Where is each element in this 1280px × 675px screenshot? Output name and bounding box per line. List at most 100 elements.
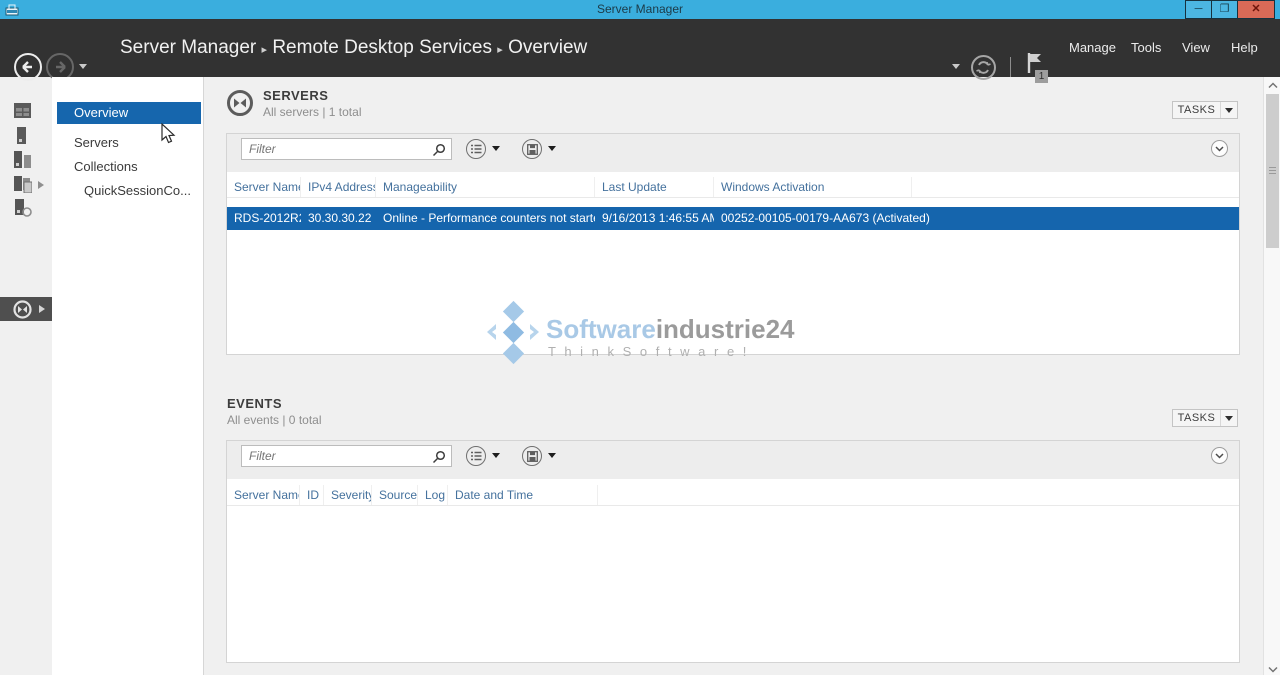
server-table-row[interactable]: RDS-2012R2 30.30.30.22 Online - Performa… — [227, 207, 1239, 230]
file-storage-services-icon[interactable] — [14, 176, 32, 193]
events-filter-box — [241, 445, 452, 467]
list-icon — [471, 144, 482, 154]
save-query-caret-icon[interactable] — [548, 453, 556, 458]
column-label: Windows Activation — [721, 180, 824, 194]
save-query-caret-icon[interactable] — [548, 146, 556, 151]
history-dropdown-caret[interactable] — [79, 64, 87, 69]
column-header-ipv4[interactable]: IPv4 Address — [301, 177, 376, 197]
save-icon — [527, 144, 538, 155]
query-list-button[interactable] — [466, 446, 486, 466]
servers-filter-input[interactable] — [242, 139, 451, 159]
column-label: Manageability — [383, 180, 457, 194]
servers-collapse-button[interactable] — [1211, 140, 1228, 157]
cell-manageability: Online - Performance counters not starte… — [376, 207, 595, 230]
column-label: Last Update — [602, 180, 667, 194]
events-tasks-button[interactable]: TASKS — [1172, 409, 1238, 427]
watermark: Softwareindustrie24 T h i n k S o f t w … — [482, 300, 812, 370]
column-header-date-and-time[interactable]: Date and Time — [448, 485, 598, 505]
remote-desktop-services-icon — [13, 300, 32, 319]
sidebar-item-label: QuickSessionCo... — [84, 183, 191, 198]
servers-section-icon — [226, 89, 254, 117]
column-header-last-update[interactable]: Last Update — [595, 177, 714, 197]
column-label: Log — [425, 488, 445, 502]
column-label: Date and Time — [455, 488, 533, 502]
column-header-log[interactable]: Log — [418, 485, 448, 505]
server-roles-icon[interactable] — [14, 199, 32, 217]
search-icon[interactable] — [432, 143, 446, 157]
scroll-down-icon[interactable] — [1268, 666, 1278, 673]
save-query-button[interactable] — [522, 446, 542, 466]
all-servers-icon[interactable] — [14, 151, 31, 168]
tasks-caret-icon — [1220, 102, 1237, 118]
window-title: Server Manager — [0, 0, 1280, 19]
save-icon — [527, 451, 538, 462]
breadcrumb-section[interactable]: Remote Desktop Services — [272, 37, 492, 58]
column-header-manageability[interactable]: Manageability — [376, 177, 595, 197]
menu-view[interactable]: View — [1182, 19, 1210, 77]
notification-count-badge[interactable]: 1 — [1035, 70, 1048, 83]
refresh-dropdown-caret[interactable] — [952, 64, 960, 69]
vertical-scrollbar[interactable] — [1263, 77, 1280, 675]
column-label: IPv4 Address — [308, 180, 376, 194]
tasks-button-label: TASKS — [1173, 412, 1220, 424]
query-list-button[interactable] — [466, 139, 486, 159]
minimize-button[interactable]: ─ — [1185, 0, 1212, 19]
sidebar-item-label: Collections — [74, 159, 138, 174]
close-button[interactable]: ✕ — [1237, 0, 1275, 19]
breadcrumb: Server Manager ▸ Remote Desktop Services… — [120, 19, 587, 77]
tasks-button-label: TASKS — [1173, 104, 1220, 116]
sidebar-item-servers[interactable]: Servers — [57, 132, 201, 154]
breadcrumb-root[interactable]: Server Manager — [120, 37, 256, 58]
column-header-server-name[interactable]: Server Name — [227, 177, 301, 197]
events-filter-input[interactable] — [242, 446, 451, 466]
scrollbar-grip-icon — [1269, 167, 1276, 168]
sidebar-item-quicksession[interactable]: QuickSessionCo... — [57, 180, 201, 202]
sidebar-icon-strip — [0, 77, 52, 675]
local-server-icon[interactable] — [17, 127, 26, 144]
search-icon[interactable] — [432, 450, 446, 464]
sidebar-item-remote-desktop-services[interactable] — [0, 297, 52, 321]
dashboard-icon[interactable] — [14, 103, 31, 118]
column-header-severity[interactable]: Severity — [324, 485, 372, 505]
refresh-icon — [973, 57, 994, 78]
title-bar: Server Manager ─ ❐ ✕ — [0, 0, 1280, 19]
watermark-brand-blue: Software — [546, 314, 656, 344]
servers-filter-box — [241, 138, 452, 160]
mouse-cursor-icon — [160, 123, 177, 145]
breadcrumb-separator-icon: ▸ — [262, 44, 268, 56]
sidebar-item-collections[interactable]: Collections — [57, 156, 201, 178]
events-collapse-button[interactable] — [1211, 447, 1228, 464]
servers-table-header: Server Name IPv4 Address Manageability L… — [227, 177, 1239, 198]
back-arrow-icon — [16, 55, 40, 79]
query-list-caret-icon[interactable] — [492, 453, 500, 458]
menu-manage[interactable]: Manage — [1069, 19, 1116, 77]
restore-button[interactable]: ❐ — [1211, 0, 1238, 19]
chevron-down-icon — [1215, 453, 1224, 459]
forward-arrow-icon — [48, 55, 72, 79]
expand-file-storage-icon[interactable] — [38, 181, 44, 189]
servers-section-subtitle: All servers | 1 total — [263, 105, 361, 119]
column-header-windows-activation[interactable]: Windows Activation — [714, 177, 912, 197]
column-header-server-name[interactable]: Server Name — [227, 485, 300, 505]
refresh-button[interactable] — [971, 55, 996, 80]
events-tile: Server Name ID Severity Source Log Date … — [226, 440, 1240, 663]
breadcrumb-page[interactable]: Overview — [508, 37, 587, 58]
scroll-up-icon[interactable] — [1268, 82, 1278, 89]
menu-help[interactable]: Help — [1231, 19, 1258, 77]
expand-rds-icon[interactable] — [39, 305, 45, 313]
column-header-spacer — [912, 177, 1239, 197]
servers-tasks-button[interactable]: TASKS — [1172, 101, 1238, 119]
scrollbar-thumb[interactable] — [1266, 94, 1279, 248]
column-label: Severity — [331, 488, 372, 502]
column-label: ID — [307, 488, 319, 502]
rds-nav-panel: Overview Servers Collections QuickSessio… — [52, 77, 204, 675]
cell-windows-activation: 00252-00105-00179-AA673 (Activated) — [714, 207, 1239, 230]
save-query-button[interactable] — [522, 139, 542, 159]
events-toolbar — [227, 441, 1239, 479]
column-header-source[interactable]: Source — [372, 485, 418, 505]
column-header-id[interactable]: ID — [300, 485, 324, 505]
query-list-caret-icon[interactable] — [492, 146, 500, 151]
sidebar-item-overview[interactable]: Overview — [57, 102, 201, 124]
menu-tools[interactable]: Tools — [1131, 19, 1161, 77]
watermark-brand: Softwareindustrie24 — [546, 314, 795, 345]
